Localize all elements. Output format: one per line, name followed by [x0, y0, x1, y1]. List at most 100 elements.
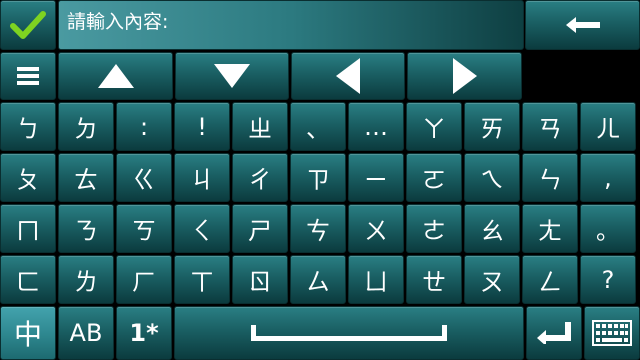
key-label: ㄛ	[422, 166, 446, 194]
arrow-up-icon	[97, 64, 134, 88]
key-1-2[interactable]: ㄍ	[116, 153, 172, 202]
key-label: 。	[596, 217, 620, 245]
key-3-9[interactable]: ㄥ	[522, 255, 578, 304]
key-label: ㄆ	[16, 166, 40, 194]
key-2-10[interactable]: 。	[580, 204, 636, 253]
key-label: …	[364, 112, 388, 141]
key-3-8[interactable]: ㄡ	[464, 255, 520, 304]
key-label: ㄅ	[16, 115, 40, 143]
key-2-3[interactable]: ㄑ	[174, 204, 230, 253]
key-3-2[interactable]: ㄏ	[116, 255, 172, 304]
key-3-5[interactable]: ㄙ	[290, 255, 346, 304]
key-0-5[interactable]: 、	[290, 102, 346, 151]
key-1-1[interactable]: ㄊ	[58, 153, 114, 202]
confirm-button[interactable]	[0, 0, 56, 50]
key-2-4[interactable]: ㄕ	[232, 204, 288, 253]
arrow-left-icon	[565, 17, 600, 33]
key-0-6[interactable]: …	[348, 102, 404, 151]
key-label: ㄓ	[248, 115, 272, 143]
key-label: ㄣ	[538, 166, 562, 194]
key-label: ㄎ	[132, 217, 156, 245]
key-label: ㄐ	[190, 166, 214, 194]
key-0-2[interactable]: :	[116, 102, 172, 151]
key-1-3[interactable]: ㄐ	[174, 153, 230, 202]
key-1-8[interactable]: ㄟ	[464, 153, 520, 202]
space-button[interactable]	[174, 306, 524, 360]
key-label: ,	[604, 163, 612, 192]
key-label: ㄤ	[538, 217, 562, 245]
key-1-4[interactable]: ㄔ	[232, 153, 288, 202]
space-bar-icon	[251, 325, 447, 341]
key-label: ㄈ	[16, 268, 40, 296]
menu-button[interactable]	[0, 52, 56, 100]
key-3-1[interactable]: ㄌ	[58, 255, 114, 304]
key-3-0[interactable]: ㄈ	[0, 255, 56, 304]
keyboard-switch-button[interactable]	[584, 306, 640, 360]
key-2-7[interactable]: ㄜ	[406, 204, 462, 253]
input-placeholder: 請輸入內容:	[67, 11, 169, 33]
key-0-4[interactable]: ㄓ	[232, 102, 288, 151]
key-label: ㄝ	[422, 268, 446, 296]
key-label: ㄑ	[190, 217, 214, 245]
key-1-5[interactable]: ㄗ	[290, 153, 346, 202]
key-label: ㄥ	[538, 268, 562, 296]
key-3-6[interactable]: ㄩ	[348, 255, 404, 304]
enter-button[interactable]	[526, 306, 582, 360]
cursor-left-button[interactable]	[291, 52, 405, 100]
key-2-5[interactable]: ㄘ	[290, 204, 346, 253]
key-3-3[interactable]: ㄒ	[174, 255, 230, 304]
alpha-mode-button[interactable]: AB	[58, 306, 114, 360]
key-label: ㄔ	[248, 166, 272, 194]
key-3-10[interactable]: ?	[580, 255, 636, 304]
cursor-up-button[interactable]	[58, 52, 173, 100]
key-label: ㄜ	[422, 217, 446, 245]
key-label: ㄠ	[480, 217, 504, 245]
key-0-0[interactable]: ㄅ	[0, 102, 56, 151]
key-label: :	[139, 112, 149, 141]
key-1-6[interactable]: ㄧ	[348, 153, 404, 202]
checkmark-icon	[10, 11, 46, 39]
menu-icon	[17, 67, 39, 85]
key-2-8[interactable]: ㄠ	[464, 204, 520, 253]
key-1-7[interactable]: ㄛ	[406, 153, 462, 202]
key-1-10[interactable]: ,	[580, 153, 636, 202]
arrow-right-icon	[452, 58, 477, 94]
key-2-6[interactable]: ㄨ	[348, 204, 404, 253]
key-label: ㄒ	[190, 268, 214, 296]
cursor-down-button[interactable]	[175, 52, 289, 100]
number-symbol-button[interactable]: 1*	[116, 306, 172, 360]
cursor-right-button[interactable]	[407, 52, 522, 100]
key-2-1[interactable]: ㄋ	[58, 204, 114, 253]
key-1-9[interactable]: ㄣ	[522, 153, 578, 202]
key-2-2[interactable]: ㄎ	[116, 204, 172, 253]
key-label: ㄇ	[16, 217, 40, 245]
key-label: ㄕ	[248, 217, 272, 245]
key-2-0[interactable]: ㄇ	[0, 204, 56, 253]
key-label: ㄗ	[306, 166, 330, 194]
key-0-9[interactable]: ㄢ	[522, 102, 578, 151]
arrow-left-icon	[336, 58, 360, 94]
key-0-7[interactable]: ㄚ	[406, 102, 462, 151]
enter-icon	[537, 322, 571, 344]
key-1-0[interactable]: ㄆ	[0, 153, 56, 202]
key-label: ㄏ	[132, 268, 156, 296]
chinese-mode-button[interactable]: 中	[0, 306, 56, 360]
key-2-9[interactable]: ㄤ	[522, 204, 578, 253]
key-0-1[interactable]: ㄉ	[58, 102, 114, 151]
key-0-10[interactable]: ㄦ	[580, 102, 636, 151]
key-label: ㄢ	[538, 115, 562, 143]
chinese-mode-label: 中	[13, 318, 42, 351]
key-0-3[interactable]: !	[174, 102, 230, 151]
key-label: ㄧ	[364, 166, 388, 194]
key-label: ㄉ	[74, 115, 98, 143]
key-3-7[interactable]: ㄝ	[406, 255, 462, 304]
key-label: ㄚ	[422, 115, 446, 143]
key-0-8[interactable]: ㄞ	[464, 102, 520, 151]
key-label: ㄦ	[596, 115, 620, 143]
key-label: ㄊ	[74, 166, 98, 194]
key-label: !	[197, 112, 207, 141]
key-label: ㄘ	[306, 217, 330, 245]
text-input[interactable]: 請輸入內容:	[58, 0, 524, 50]
key-3-4[interactable]: ㄖ	[232, 255, 288, 304]
backspace-button[interactable]	[525, 0, 640, 50]
